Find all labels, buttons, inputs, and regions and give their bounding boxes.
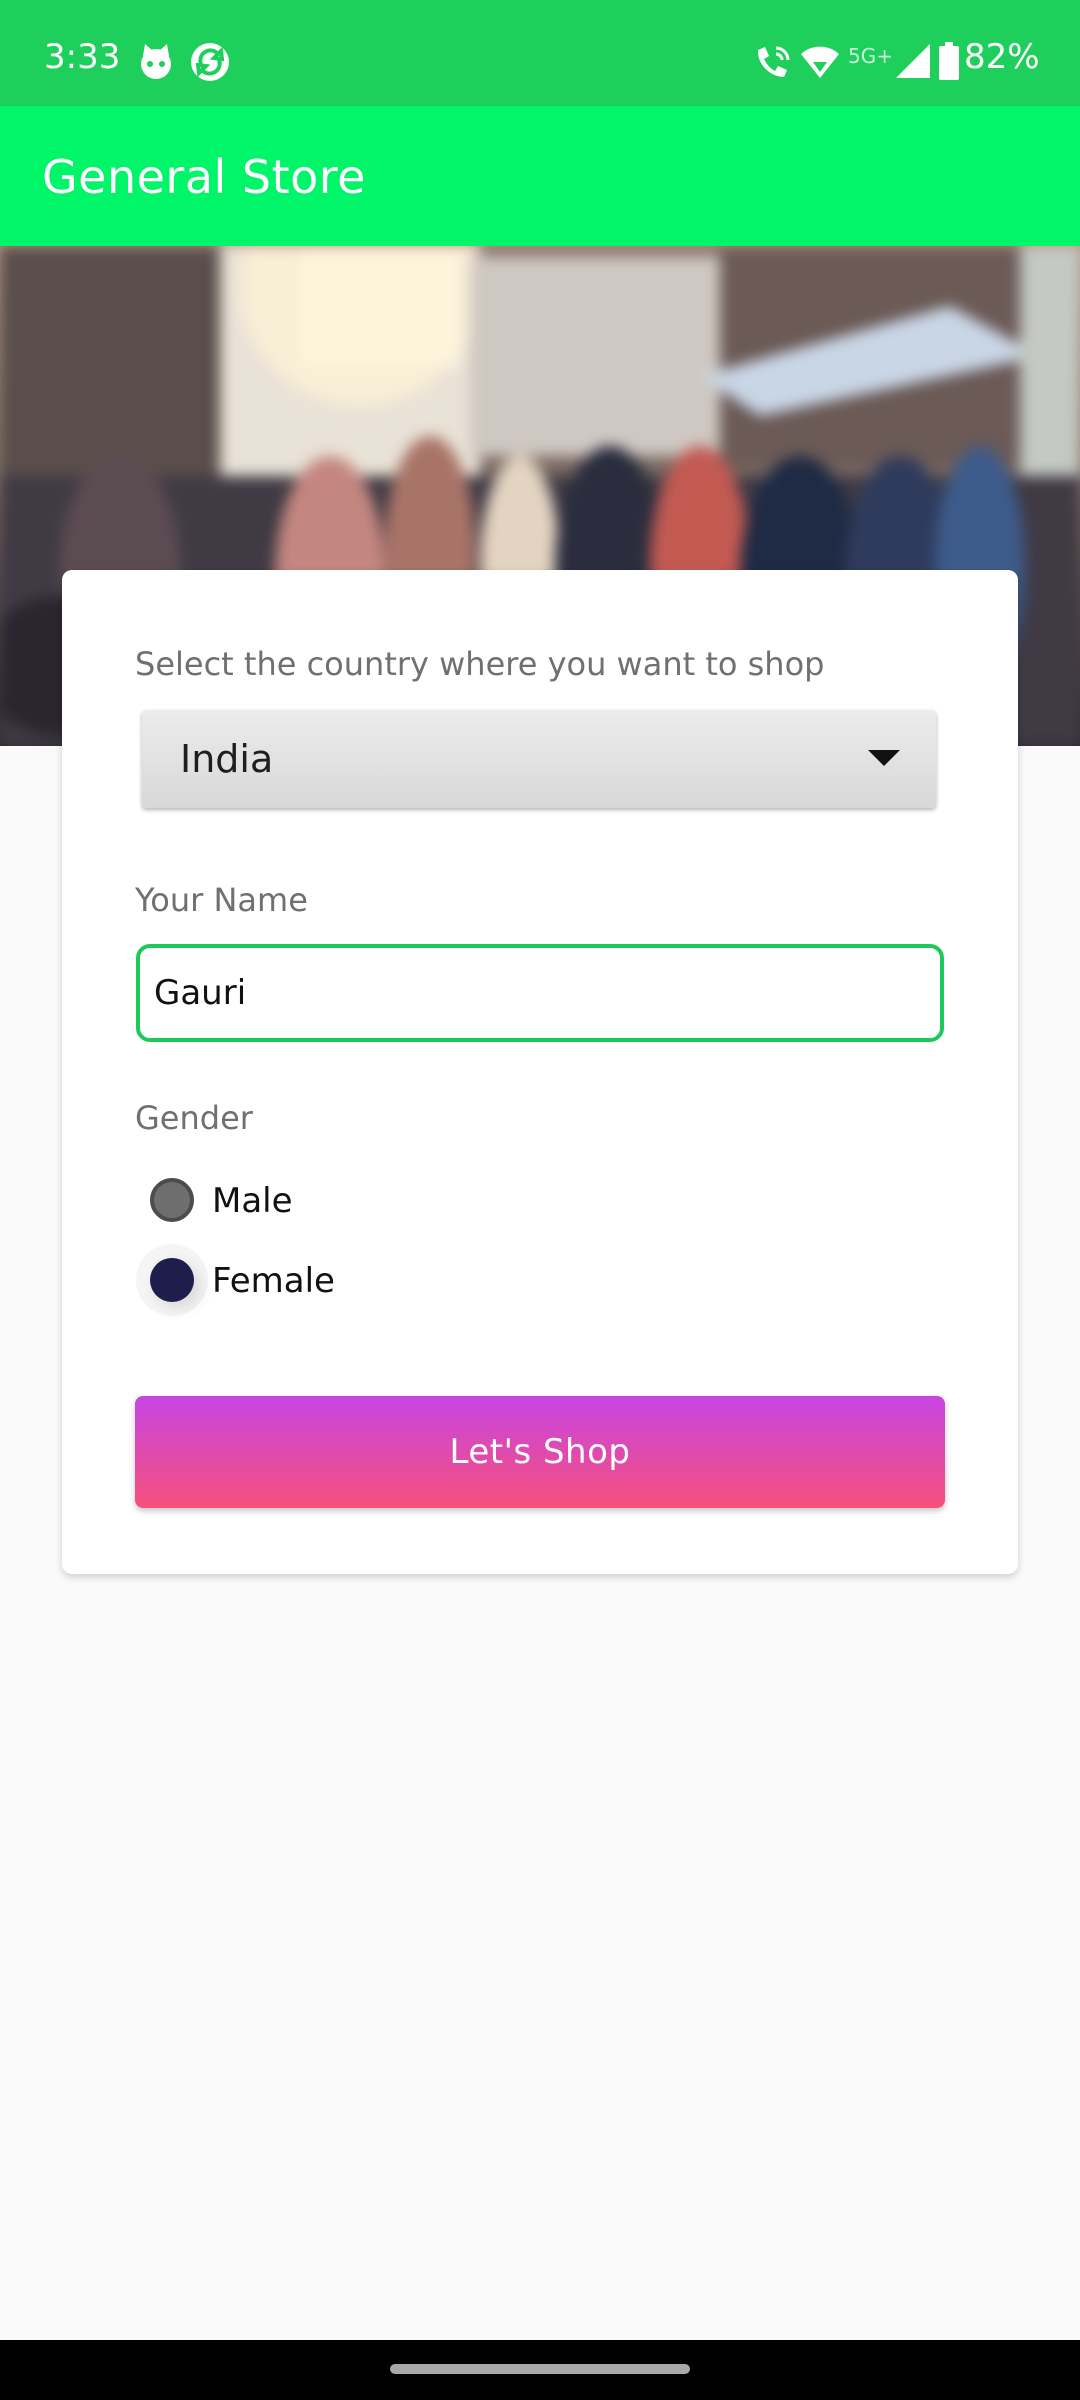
name-input[interactable] <box>136 944 944 1042</box>
country-dropdown[interactable]: India <box>142 710 936 808</box>
cat-face-icon <box>136 42 176 82</box>
form-card: Select the country where you want to sho… <box>62 570 1018 1574</box>
home-gesture-handle[interactable] <box>390 2364 690 2374</box>
wifi-calling-icon <box>752 42 792 82</box>
status-bar: 3:33 5G+ 82% <box>0 0 1080 106</box>
country-selected-value: India <box>180 737 274 781</box>
network-type-label: 5G+ <box>848 44 893 68</box>
radio-female-label: Female <box>212 1261 335 1301</box>
country-label: Select the country where you want to sho… <box>135 645 825 683</box>
dropdown-arrow-icon <box>868 750 900 766</box>
name-label: Your Name <box>135 881 308 919</box>
radio-selected-icon <box>150 1258 194 1302</box>
gender-label: Gender <box>135 1099 253 1137</box>
app-title: General Store <box>42 150 366 204</box>
status-time: 3:33 <box>44 37 121 77</box>
app-bar: General Store <box>0 106 1080 246</box>
radio-female[interactable]: Female <box>150 1250 450 1310</box>
navigation-bar <box>0 2340 1080 2400</box>
battery-icon <box>938 42 960 82</box>
radio-male-label: Male <box>212 1181 293 1221</box>
battery-percentage: 82% <box>964 37 1040 77</box>
lets-shop-button[interactable]: Let's Shop <box>135 1396 945 1508</box>
radio-male[interactable]: Male <box>150 1170 450 1230</box>
wifi-icon <box>800 42 840 82</box>
sync-app-icon <box>190 42 230 82</box>
radio-unselected-icon <box>150 1178 194 1222</box>
signal-icon <box>894 42 934 82</box>
